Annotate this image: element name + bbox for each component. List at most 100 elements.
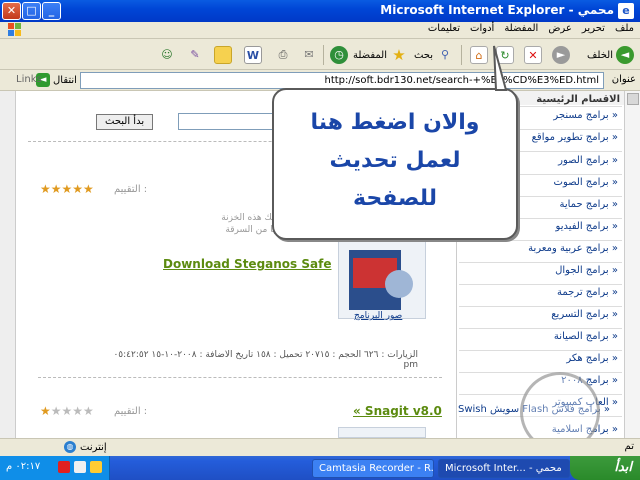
divider bbox=[459, 372, 622, 373]
zone-label: إنترنت bbox=[80, 441, 107, 453]
volume-icon[interactable] bbox=[90, 461, 102, 473]
right-scrollbar[interactable] bbox=[624, 91, 640, 438]
menu-help[interactable]: تعليمات bbox=[428, 23, 460, 34]
product-images-link[interactable]: صور البرنامج bbox=[354, 311, 402, 321]
menu-tools[interactable]: أدوات bbox=[470, 23, 494, 34]
start-search-button[interactable]: بدأ البحث bbox=[96, 114, 154, 130]
left-scrollbar[interactable] bbox=[0, 91, 16, 438]
back-button[interactable]: الخلف ◄ bbox=[587, 44, 634, 66]
search-label: بحث bbox=[413, 49, 433, 61]
menu-edit[interactable]: تحرير bbox=[582, 23, 605, 34]
callout-line-1: والان اضغط هنا bbox=[310, 110, 480, 135]
toolbar: الخلف ◄ ► ✕ ↻ ⌂ بحث ⚲ المفضلة ★ ◷ ✉ ⎙ W … bbox=[0, 40, 640, 70]
scroll-up-button[interactable] bbox=[627, 93, 639, 105]
ie-icon: e bbox=[618, 3, 634, 19]
divider bbox=[459, 328, 622, 329]
window-title: Microsoft Internet Explorer - محمي bbox=[380, 3, 614, 17]
taskbar: ابدأ Microsoft Inter... - محمي Camtasia … bbox=[0, 456, 640, 480]
clock: ٠٢:١٧ م bbox=[6, 461, 41, 472]
sidebar-item[interactable]: « برامج مسنجر bbox=[553, 110, 618, 121]
magnifier-icon: ⚲ bbox=[440, 48, 450, 61]
title-bar: ✕ □ _ Microsoft Internet Explorer - محمي… bbox=[0, 0, 640, 22]
snagit-link[interactable]: « Snagit v8.0 bbox=[353, 404, 442, 418]
product-image[interactable] bbox=[338, 427, 426, 438]
divider bbox=[459, 350, 622, 351]
sidebar-item[interactable]: « برامج ترجمة bbox=[557, 287, 618, 298]
mail-icon: ✉ bbox=[304, 48, 314, 61]
address-label: عنوان bbox=[611, 74, 636, 85]
system-tray: ٠٢:١٧ م bbox=[0, 456, 110, 480]
go-button[interactable]: ◄ انتقال bbox=[36, 73, 77, 87]
sidebar-item[interactable]: « برامج الصيانة bbox=[554, 331, 618, 342]
item1-rating-label: التقييم : bbox=[114, 184, 148, 195]
messenger-contacts-button[interactable]: ☺ bbox=[158, 44, 176, 66]
messenger-icon: ☺ bbox=[161, 48, 173, 61]
start-button[interactable]: ابدأ bbox=[570, 456, 640, 480]
links-button[interactable]: Links bbox=[16, 74, 42, 85]
taskbar-camtasia-button[interactable]: Camtasia Recorder - R... bbox=[312, 459, 434, 478]
notes-button[interactable] bbox=[214, 44, 232, 66]
product-image[interactable] bbox=[338, 239, 426, 319]
forward-button[interactable]: ► bbox=[552, 44, 570, 66]
toolbar-separator bbox=[461, 45, 462, 65]
antivirus-icon[interactable] bbox=[58, 461, 70, 473]
divider bbox=[38, 377, 442, 378]
mail-button[interactable]: ✉ bbox=[300, 44, 318, 66]
menu-file[interactable]: ملف bbox=[615, 23, 634, 34]
download-steganos-link[interactable]: Download Steganos Safe bbox=[163, 257, 331, 271]
status-done: تم bbox=[624, 441, 634, 452]
maximize-button[interactable]: □ bbox=[22, 2, 41, 20]
forward-arrow-icon: ► bbox=[552, 46, 570, 64]
menu-bar: ملف تحرير عرض المفضلة أدوات تعليمات bbox=[0, 22, 640, 39]
network-icon[interactable] bbox=[74, 461, 86, 473]
taskbar-ie-button[interactable]: Microsoft Inter... - محمي bbox=[438, 459, 570, 478]
minimize-button[interactable]: _ bbox=[42, 2, 61, 20]
instruction-callout: والان اضغط هنا لعمل تحديث للصفحة bbox=[272, 88, 518, 240]
toolbar-separator bbox=[323, 45, 324, 65]
favorites-label: المفضلة bbox=[352, 49, 387, 61]
printer-icon: ⎙ bbox=[278, 48, 288, 61]
sidebar-item[interactable]: « برامج التسريع bbox=[551, 309, 618, 320]
history-button[interactable]: ◷ bbox=[330, 44, 348, 66]
close-button[interactable]: ✕ bbox=[2, 2, 21, 20]
sidebar-item[interactable]: « برامج حماية bbox=[559, 199, 618, 210]
callout-line-3: للصفحة bbox=[353, 186, 437, 211]
stop-icon: ✕ bbox=[524, 46, 542, 64]
item1-meta: الزيارات : ٦٢٦ الحجم : ٢٠٧١٥ تحميل : ١٥٨… bbox=[113, 350, 418, 370]
status-bar: تم ◍ إنترنت bbox=[0, 438, 640, 456]
word-button[interactable]: W bbox=[244, 44, 262, 66]
history-icon: ◷ bbox=[330, 46, 348, 64]
item2-rating-stars: ★★★★★ bbox=[40, 404, 94, 418]
windows-logo-icon bbox=[8, 23, 22, 37]
sidebar-item[interactable]: « برامج الصور bbox=[558, 155, 618, 166]
search-button[interactable]: بحث ⚲ bbox=[414, 44, 454, 66]
callout-pointer bbox=[493, 45, 508, 91]
sidebar-item[interactable]: « برامج هكر bbox=[566, 353, 618, 364]
note-icon bbox=[214, 46, 232, 64]
print-button[interactable]: ⎙ bbox=[274, 44, 292, 66]
go-label: انتقال bbox=[53, 74, 77, 86]
sidebar-item[interactable]: « برامج الجوال bbox=[555, 265, 618, 276]
menu-favorites[interactable]: المفضلة bbox=[504, 23, 538, 34]
divider bbox=[459, 240, 622, 241]
sidebar-item[interactable]: « برامج عربية ومعربة bbox=[528, 243, 618, 254]
favorites-button[interactable]: المفضلة ★ bbox=[353, 44, 408, 66]
stop-button[interactable]: ✕ bbox=[524, 44, 542, 66]
address-url: http://soft.bdr130.net/search-+%E3%CD%E3… bbox=[324, 75, 600, 86]
item1-rating-stars: ★★★★★ bbox=[40, 182, 94, 196]
globe-icon: ◍ bbox=[64, 441, 76, 453]
divider bbox=[459, 262, 622, 263]
sidebar-heading: الاقسام الرئيسية bbox=[536, 94, 620, 105]
sidebar-item[interactable]: « برامج الصوت bbox=[554, 177, 618, 188]
callout-text: والان اضغط هنا لعمل تحديث للصفحة bbox=[280, 104, 510, 218]
star-icon: ★ bbox=[392, 46, 406, 64]
item2-rating-label: التقييم : bbox=[114, 406, 148, 417]
menu-view[interactable]: عرض bbox=[548, 23, 572, 34]
word-icon: W bbox=[244, 46, 262, 64]
sidebar-item[interactable]: « برامج تطوير مواقع bbox=[532, 132, 618, 143]
messenger-button[interactable]: ✎ bbox=[186, 44, 204, 66]
divider bbox=[459, 306, 622, 307]
start-label: ابدأ bbox=[614, 460, 632, 475]
sidebar-item[interactable]: « برامج الفيديو bbox=[556, 221, 618, 232]
back-label: الخلف bbox=[587, 49, 613, 61]
